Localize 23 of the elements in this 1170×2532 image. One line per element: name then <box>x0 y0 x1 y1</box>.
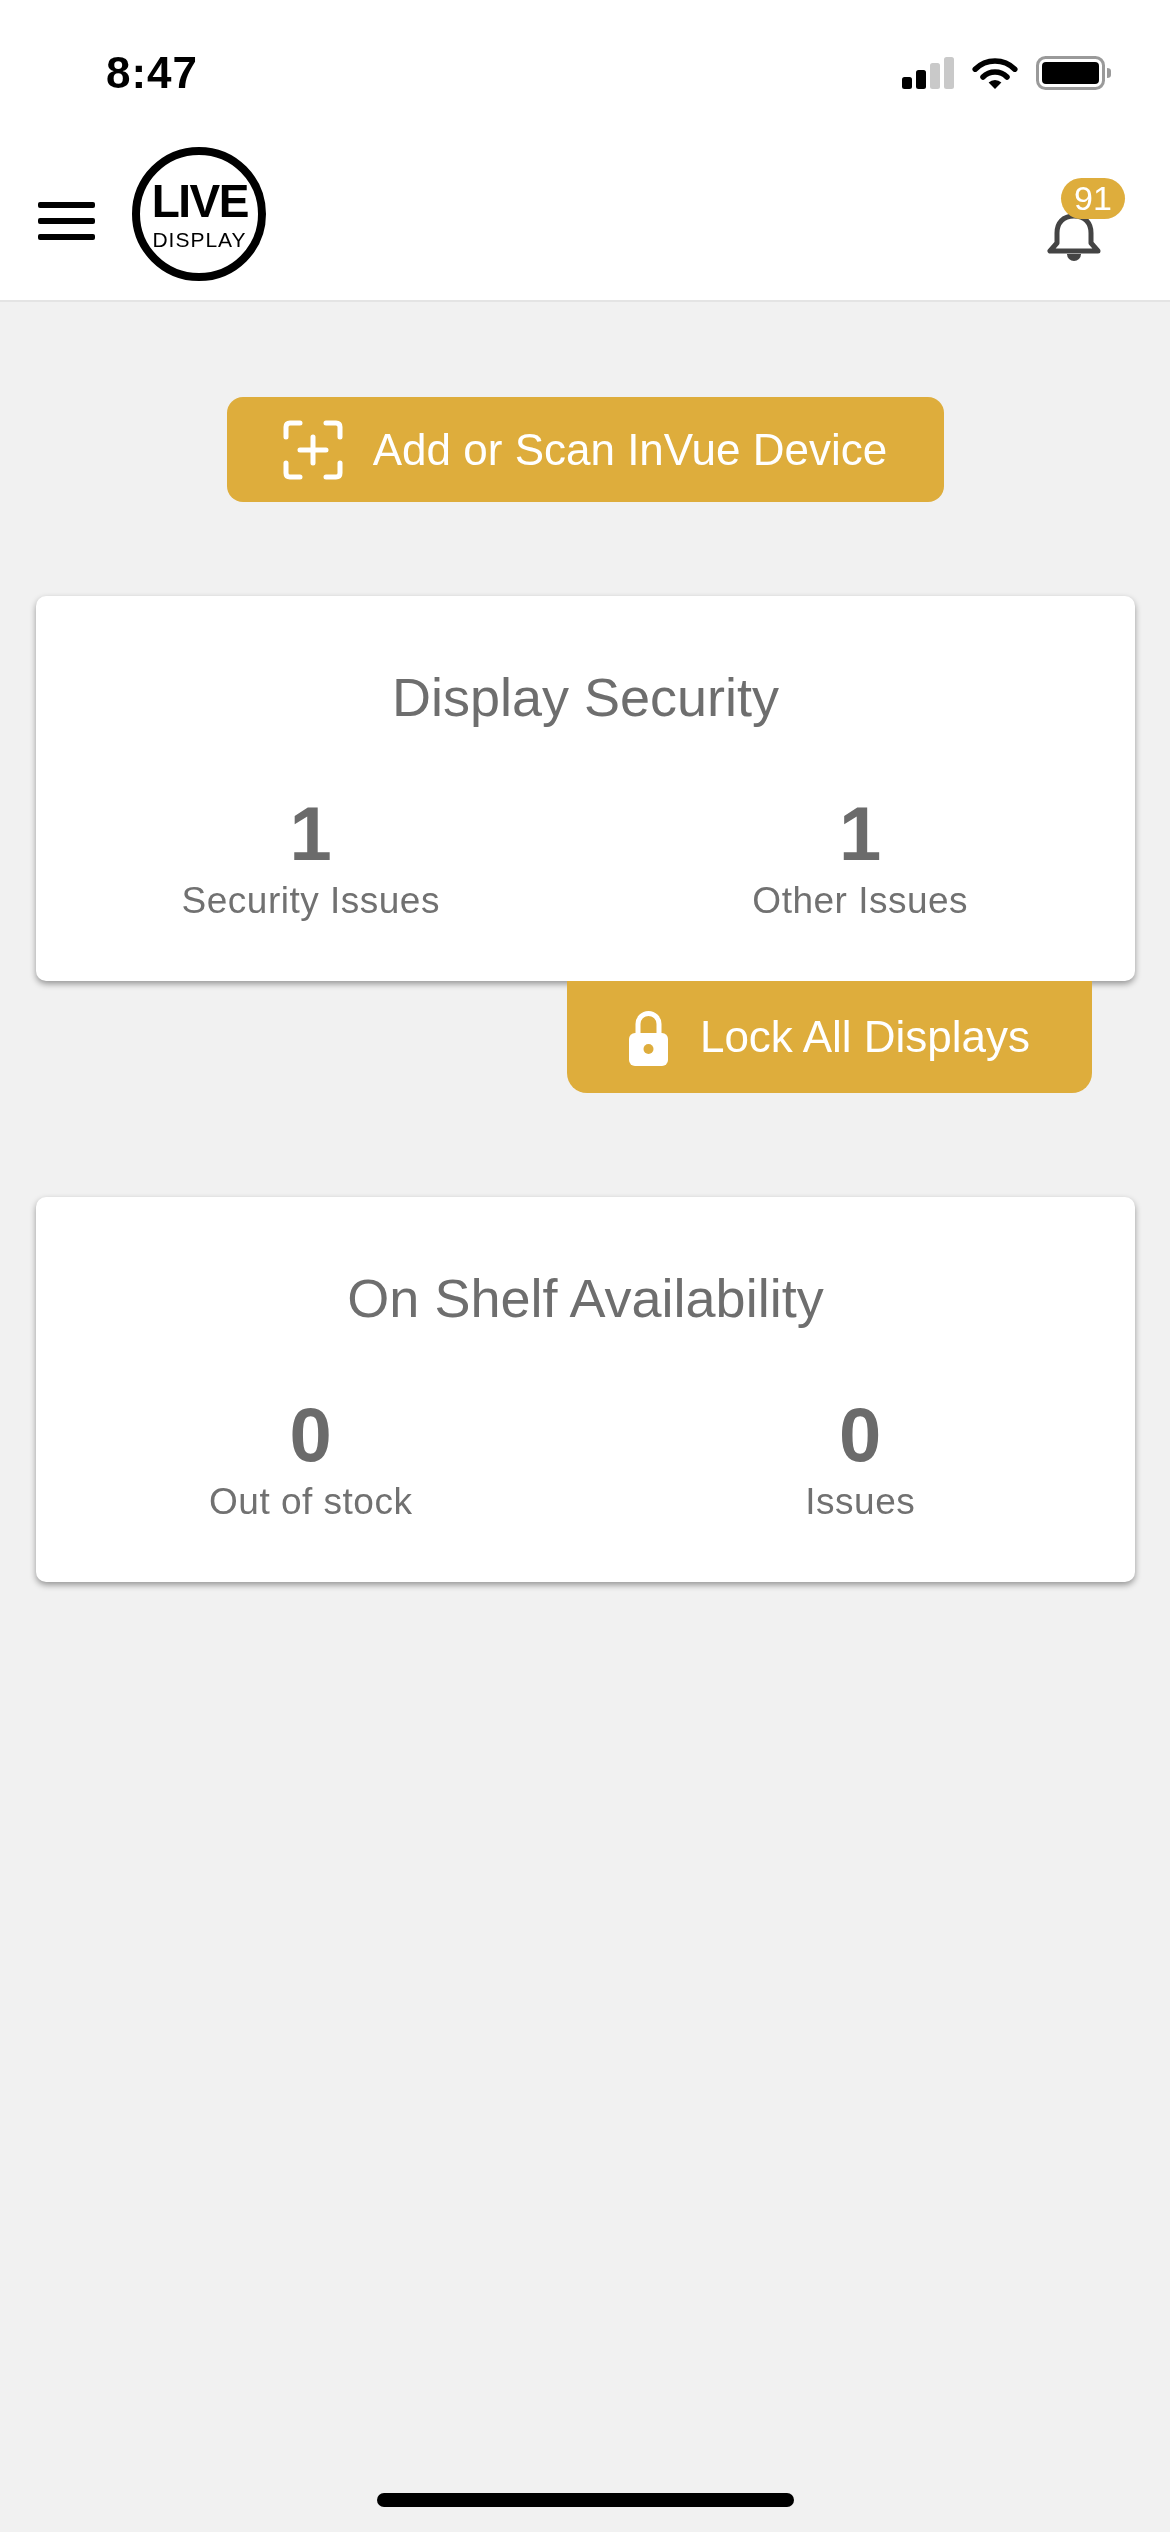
stat-label: Other Issues <box>752 879 969 923</box>
stat-label: Issues <box>805 1480 916 1524</box>
lock-displays-button[interactable]: Lock All Displays <box>567 981 1092 1093</box>
signal-icon <box>902 57 954 89</box>
stat-value: 0 <box>839 1397 882 1473</box>
lock-icon <box>628 1008 668 1066</box>
battery-icon <box>1036 56 1112 90</box>
stat-value: 0 <box>289 1397 332 1473</box>
bell-icon[interactable] <box>1047 213 1101 263</box>
menu-icon[interactable] <box>38 202 95 240</box>
stat-label: Security Issues <box>181 879 440 923</box>
stat-value: 1 <box>289 796 332 872</box>
notification-badge: 91 <box>1061 178 1125 219</box>
add-device-button[interactable]: Add or Scan InVue Device <box>226 397 944 502</box>
status-time: 8:47 <box>106 51 199 95</box>
wifi-icon <box>970 55 1020 91</box>
card-title: On Shelf Availability <box>347 1267 824 1330</box>
scan-plus-icon <box>282 419 343 480</box>
stat-label: Out of stock <box>209 1480 413 1524</box>
logo-tagline: DISPLAY <box>151 229 247 250</box>
card-title: Display Security <box>391 666 780 729</box>
stat-value: 1 <box>839 796 882 872</box>
logo-wordmark: LIVE <box>150 178 248 224</box>
